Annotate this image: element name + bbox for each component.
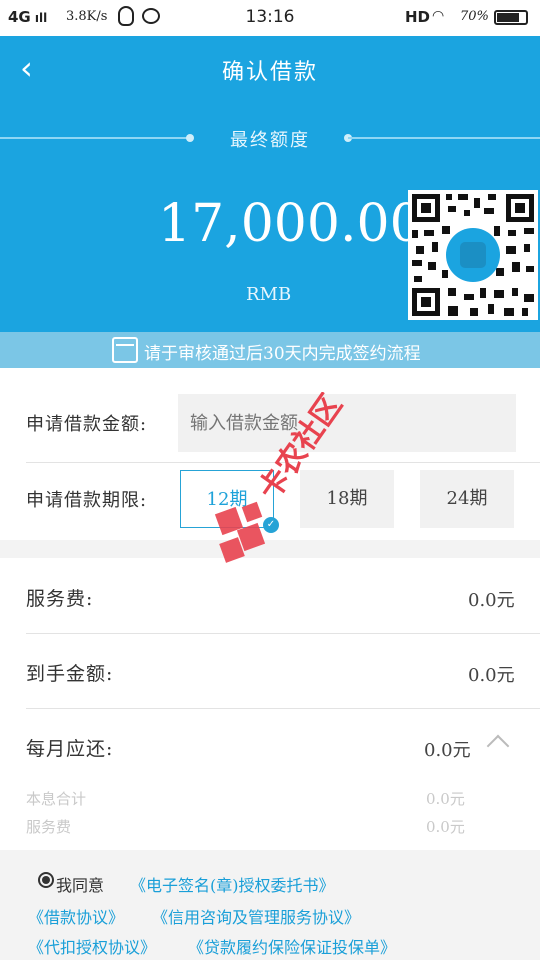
term-option-18[interactable]: 18期 xyxy=(300,470,394,528)
received-amount-value: 0.0元 xyxy=(468,665,515,686)
service-fee-sub-label: 服务费 xyxy=(26,818,72,836)
checkmark-icon: ✓ xyxy=(263,517,279,533)
term-option-label: 12期 xyxy=(206,489,248,510)
fee-divider xyxy=(26,633,540,634)
form-divider xyxy=(26,462,540,463)
fee-divider xyxy=(26,708,540,709)
signing-notice-text: 请于审核通过后30天内完成签约流程 xyxy=(144,344,421,364)
service-fee-value: 0.0元 xyxy=(468,590,515,611)
hd-indicator: HD xyxy=(405,8,431,26)
loan-application-form: 申请借款金额: 申请借款期限: 12期 ✓ 18期 24期 xyxy=(0,368,540,540)
term-option-label: 18期 xyxy=(326,488,368,509)
principal-interest-value: 0.0元 xyxy=(426,790,465,808)
final-amount: 17,000.00 xyxy=(158,194,423,254)
amount-label: 申请借款金额: xyxy=(26,414,148,435)
loan-amount-input[interactable] xyxy=(178,394,516,452)
principal-interest-label: 本息合计 xyxy=(26,790,87,808)
loan-header: ‹ 确认借款 最终额度 17,000.00 RMB xyxy=(0,36,540,332)
agreement-section: 我同意 《电子签名(章)授权委托书》 《借款协议》 《信用咨询及管理服务协议》 … xyxy=(0,850,540,960)
decor-line-right xyxy=(348,137,540,139)
term-option-12[interactable]: 12期 ✓ xyxy=(180,470,279,533)
page-title: 确认借款 xyxy=(221,60,318,85)
fee-summary: 服务费: 0.0元 到手金额: 0.0元 每月应还: 0.0元 本息合计 0.0… xyxy=(0,558,540,850)
signing-notice-bar: 请于审核通过后30天内完成签约流程 xyxy=(0,332,540,368)
service-fee-sub-value: 0.0元 xyxy=(426,818,465,836)
term-label: 申请借款期限: xyxy=(26,490,148,511)
wifi-icon: ◠ xyxy=(432,8,445,24)
status-bar: 4G ıll 3.8K/s 13:16 HD ◠ 70% xyxy=(0,0,540,36)
qr-code-icon xyxy=(408,190,538,320)
link-debit-authorization[interactable]: 《代扣授权协议》 xyxy=(28,934,156,958)
link-esign-authorization[interactable]: 《电子签名(章)授权委托书》 xyxy=(130,872,335,896)
battery-icon xyxy=(494,10,528,25)
clock: 13:16 xyxy=(245,7,295,27)
received-amount-label: 到手金额: xyxy=(26,663,114,685)
term-option-label: 24期 xyxy=(446,488,488,509)
battery-percent: 70% xyxy=(460,9,489,24)
term-option-24[interactable]: 24期 xyxy=(420,470,514,528)
link-insurance-application[interactable]: 《贷款履约保险保证投保单》 xyxy=(188,934,396,958)
link-credit-service-agreement[interactable]: 《信用咨询及管理服务协议》 xyxy=(152,904,360,928)
currency-label: RMB xyxy=(246,284,292,305)
service-fee-label: 服务费: xyxy=(26,588,94,610)
calendar-icon xyxy=(112,337,138,363)
agree-radio[interactable] xyxy=(38,872,54,888)
chevron-up-icon[interactable] xyxy=(486,734,510,758)
monthly-payment-label: 每月应还: xyxy=(26,738,114,760)
link-loan-agreement[interactable]: 《借款协议》 xyxy=(28,904,124,928)
monthly-payment-value: 0.0元 xyxy=(424,740,471,761)
agree-text: 我同意 xyxy=(56,876,105,895)
final-limit-label: 最终额度 xyxy=(230,130,310,151)
